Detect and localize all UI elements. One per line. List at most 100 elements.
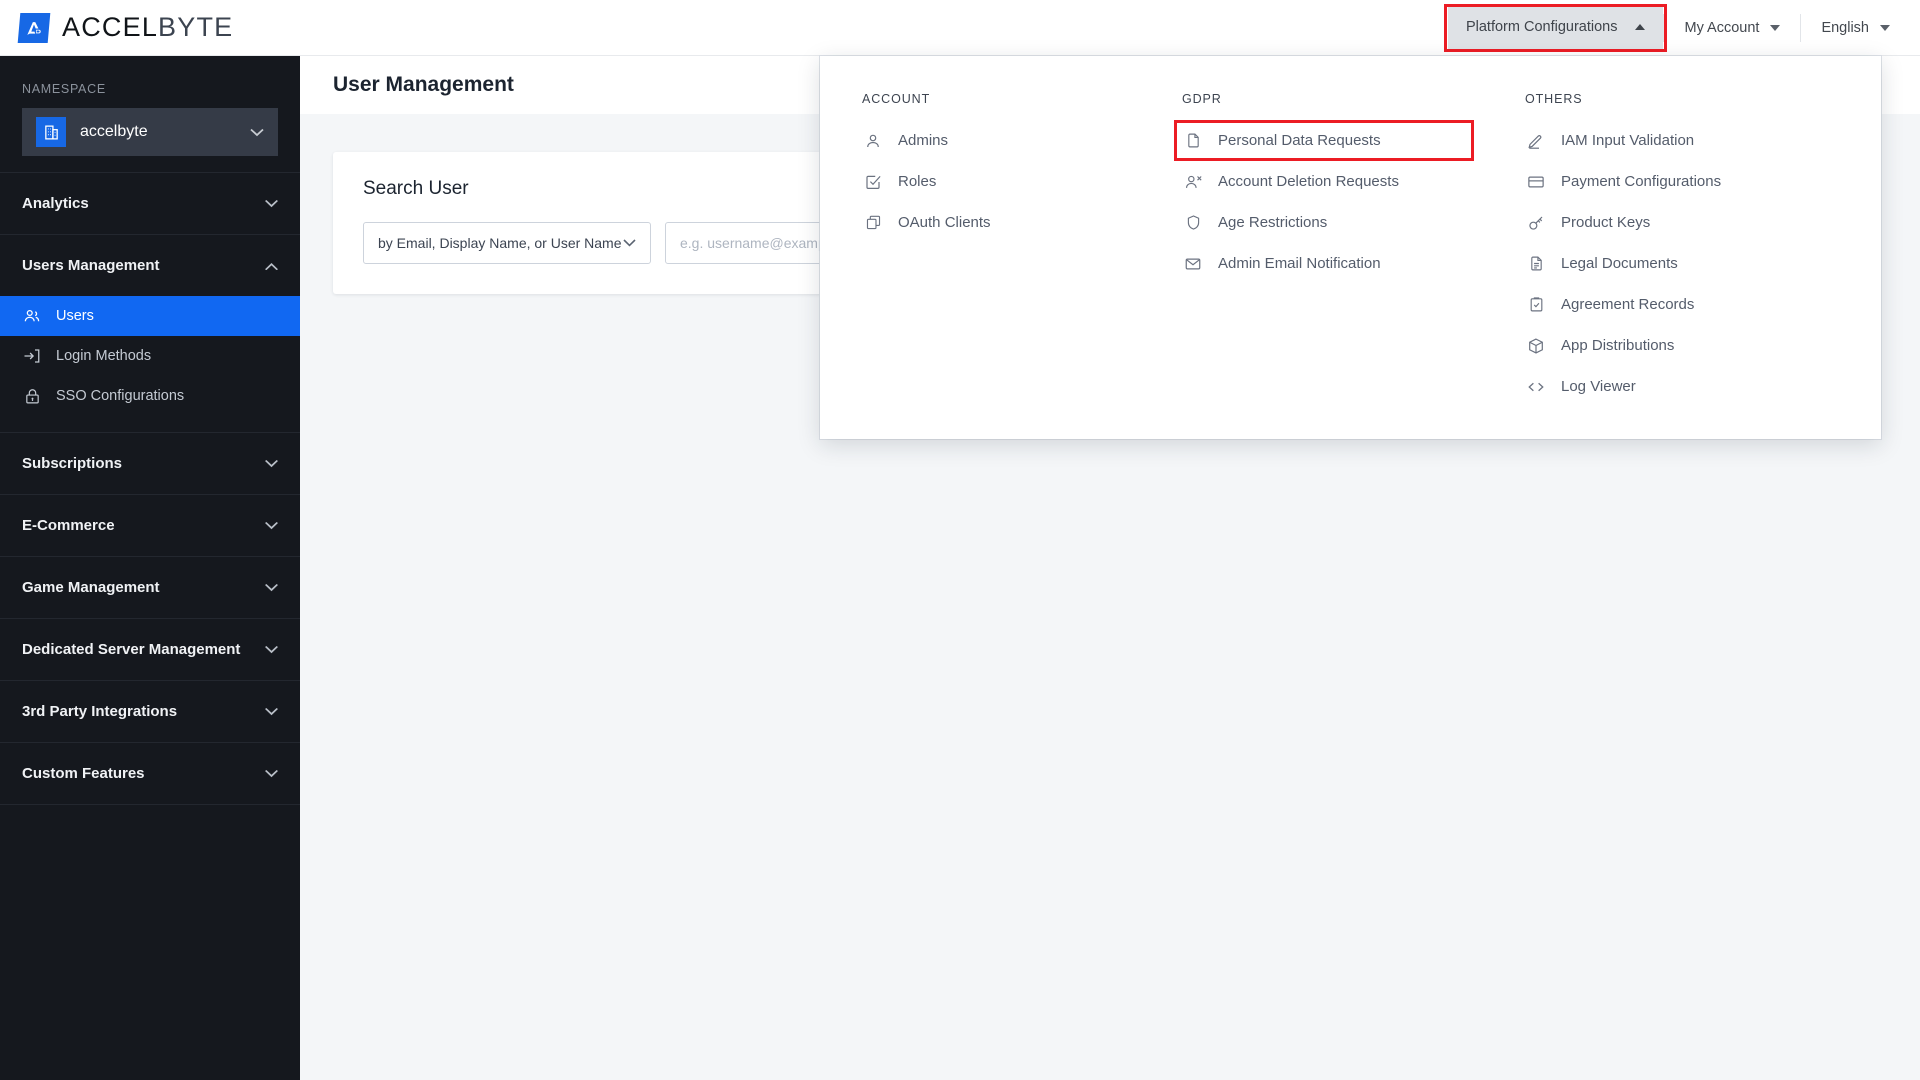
sidebar-group-game-management: Game Management xyxy=(0,556,300,618)
menu-item-personal-data-requests[interactable]: Personal Data Requests xyxy=(1174,120,1490,161)
sidebar-group-header-users-management[interactable]: Users Management xyxy=(0,235,300,296)
sidebar-group-users-management: Users Management Users Login Methods SSO… xyxy=(0,234,300,432)
chevron-down-icon xyxy=(265,583,278,592)
sidebar-group-subscriptions: Subscriptions xyxy=(0,432,300,494)
search-filter-select[interactable]: by Email, Display Name, or User Name xyxy=(363,222,651,264)
menu-item-product-keys[interactable]: Product Keys xyxy=(1525,202,1830,243)
menu-column-heading: GDPR xyxy=(1182,92,1222,106)
menu-item-iam-input-validation[interactable]: IAM Input Validation xyxy=(1525,120,1830,161)
menu-item-label: Agreement Records xyxy=(1561,296,1695,313)
sidebar-group-label: Dedicated Server Management xyxy=(22,641,241,658)
chevron-down-icon xyxy=(265,645,278,654)
sidebar-item-sso-configurations[interactable]: SSO Configurations xyxy=(0,376,300,416)
box-icon xyxy=(1525,337,1547,355)
sidebar-item-login-methods[interactable]: Login Methods xyxy=(0,336,300,376)
chevron-down-icon xyxy=(1880,24,1890,31)
chevron-down-icon xyxy=(623,239,636,247)
search-filter-select-value: by Email, Display Name, or User Name xyxy=(378,235,622,251)
my-account-button[interactable]: My Account xyxy=(1664,0,1800,56)
key-icon xyxy=(1525,214,1547,232)
sidebar-group-header-custom-features[interactable]: Custom Features xyxy=(0,743,300,804)
copy-icon xyxy=(862,214,884,231)
menu-item-label: OAuth Clients xyxy=(898,214,991,231)
menu-item-admin-email-notification[interactable]: Admin Email Notification xyxy=(1182,243,1490,284)
chevron-up-icon xyxy=(1635,23,1646,30)
brand-title: ACCELBYTE xyxy=(62,12,233,43)
language-label: English xyxy=(1821,19,1869,36)
sidebar-group-end-divider xyxy=(0,804,300,805)
menu-item-app-distributions[interactable]: App Distributions xyxy=(1525,325,1830,366)
menu-item-label: Log Viewer xyxy=(1561,378,1636,395)
platform-configurations-menu: ACCOUNT Admins Roles OAuth Clients GDPR … xyxy=(820,56,1881,439)
page-title: User Management xyxy=(333,73,514,96)
menu-item-label: Product Keys xyxy=(1561,214,1651,231)
checkbox-icon xyxy=(862,173,884,191)
sidebar-group-analytics: Analytics xyxy=(0,172,300,234)
sidebar-group-label: Analytics xyxy=(22,195,89,212)
pencil-icon xyxy=(1525,132,1547,150)
menu-column-account: ACCOUNT Admins Roles OAuth Clients xyxy=(820,92,1160,439)
menu-item-label: Payment Configurations xyxy=(1561,173,1722,190)
shield-icon xyxy=(1182,214,1204,231)
sidebar-group-label: E-Commerce xyxy=(22,517,115,534)
menu-item-label: Account Deletion Requests xyxy=(1218,173,1399,190)
brand-title-strong: ACCEL xyxy=(62,12,159,42)
platform-configurations-button[interactable]: Platform Configurations xyxy=(1447,3,1664,50)
menu-column-heading: OTHERS xyxy=(1525,92,1583,106)
menu-column-heading: ACCOUNT xyxy=(862,92,931,106)
chevron-down-icon xyxy=(265,521,278,530)
menu-item-oauth-clients[interactable]: OAuth Clients xyxy=(862,202,1150,243)
chevron-down-icon xyxy=(265,459,278,468)
sidebar-group-header-subscriptions[interactable]: Subscriptions xyxy=(0,433,300,494)
menu-item-label: Admin Email Notification xyxy=(1218,255,1381,272)
chevron-down-icon xyxy=(1770,24,1781,31)
sidebar-group-header-3rd-party-integrations[interactable]: 3rd Party Integrations xyxy=(0,681,300,742)
menu-item-admins[interactable]: Admins xyxy=(862,120,1150,161)
language-button[interactable]: English xyxy=(1801,0,1920,56)
chevron-up-icon xyxy=(265,262,278,270)
namespace-selector[interactable]: accelbyte xyxy=(22,108,278,156)
namespace-label: NAMESPACE xyxy=(22,82,106,96)
menu-item-label: App Distributions xyxy=(1561,337,1675,354)
menu-item-age-restrictions[interactable]: Age Restrictions xyxy=(1182,202,1490,243)
menu-item-agreement-records[interactable]: Agreement Records xyxy=(1525,284,1830,325)
chevron-down-icon xyxy=(265,707,278,716)
document-icon xyxy=(1525,255,1547,272)
top-navigation-bar: ACCELBYTE Platform Configurations My Acc… xyxy=(0,0,1920,56)
users-icon xyxy=(22,307,42,325)
sidebar-group-label: 3rd Party Integrations xyxy=(22,703,178,720)
menu-column-others: OTHERS IAM Input Validation Payment Conf… xyxy=(1500,92,1840,439)
building-icon xyxy=(36,117,66,147)
sidebar-group-header-analytics[interactable]: Analytics xyxy=(0,173,300,234)
namespace-value: accelbyte xyxy=(80,123,148,140)
brand-logo[interactable]: ACCELBYTE xyxy=(0,12,233,43)
namespace-section: NAMESPACE accelbyte xyxy=(0,56,300,172)
menu-item-roles[interactable]: Roles xyxy=(862,161,1150,202)
menu-item-label: Personal Data Requests xyxy=(1218,132,1381,149)
sidebar: NAMESPACE accelbyte Analytics Users Mana… xyxy=(0,56,300,1080)
menu-item-label: IAM Input Validation xyxy=(1561,132,1695,149)
menu-item-account-deletion-requests[interactable]: Account Deletion Requests xyxy=(1182,161,1490,202)
platform-configurations-label: Platform Configurations xyxy=(1465,18,1618,35)
chevron-down-icon xyxy=(265,769,278,778)
sidebar-group-header-e-commerce[interactable]: E-Commerce xyxy=(0,495,300,556)
my-account-label: My Account xyxy=(1684,19,1760,36)
sidebar-item-label: Login Methods xyxy=(56,348,152,364)
menu-item-log-viewer[interactable]: Log Viewer xyxy=(1525,366,1830,407)
person-icon xyxy=(862,132,884,150)
clipboard-check-icon xyxy=(1525,296,1547,313)
sidebar-group-label: Custom Features xyxy=(22,765,145,782)
mail-icon xyxy=(1182,255,1204,273)
sidebar-item-label: SSO Configurations xyxy=(56,388,185,404)
chevron-down-icon xyxy=(265,199,278,208)
menu-item-legal-documents[interactable]: Legal Documents xyxy=(1525,243,1830,284)
credit-card-icon xyxy=(1525,173,1547,191)
menu-item-payment-configurations[interactable]: Payment Configurations xyxy=(1525,161,1830,202)
platform-configurations-wrapper: Platform Configurations xyxy=(1443,0,1668,56)
sidebar-group-label: Users Management xyxy=(22,257,160,274)
person-remove-icon xyxy=(1182,173,1204,191)
sidebar-group-label: Subscriptions xyxy=(22,455,123,472)
sidebar-group-header-game-management[interactable]: Game Management xyxy=(0,557,300,618)
sidebar-item-users[interactable]: Users xyxy=(0,296,300,336)
sidebar-group-header-dedicated-server-management[interactable]: Dedicated Server Management xyxy=(0,619,300,680)
